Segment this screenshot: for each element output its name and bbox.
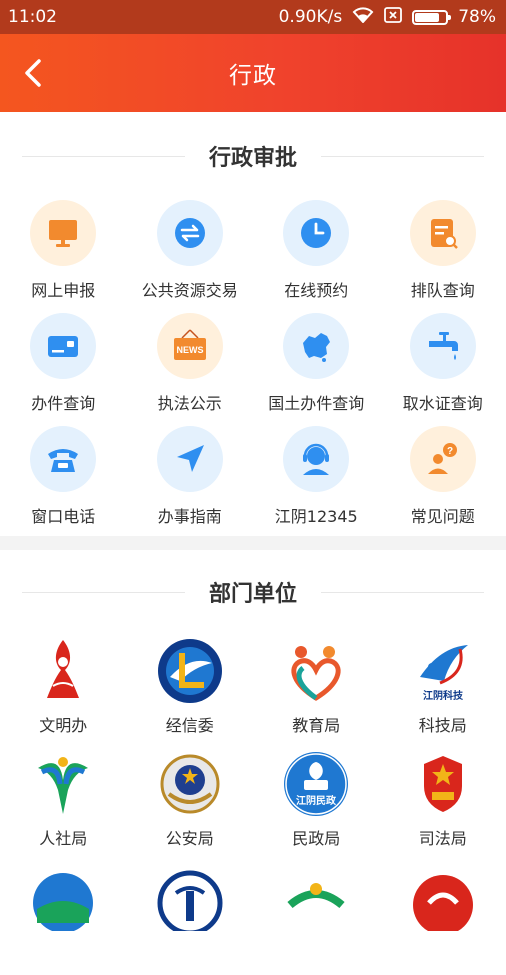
justice-bureau-logo [408, 749, 478, 819]
education-bureau-logo [281, 636, 351, 706]
divider-line [22, 592, 185, 593]
police-emblem-logo [155, 749, 225, 819]
human-resources-logo [28, 749, 98, 819]
department-item[interactable]: 司法局 [380, 749, 506, 862]
department-item-label: 公安局 [166, 825, 214, 849]
service-item[interactable]: 国土办件查询 [253, 313, 380, 426]
svg-text:?: ? [447, 446, 453, 457]
department-item[interactable] [253, 862, 380, 975]
divider-line [22, 156, 185, 157]
battery-percent: 78% [458, 7, 496, 27]
service-item[interactable]: 江阴12345 [253, 426, 380, 539]
science-bureau-logo: 江阴科技 [408, 636, 478, 706]
department-item-label: 科技局 [419, 712, 467, 736]
section-title-row: 部门单位 [22, 576, 484, 608]
service-item[interactable]: 办事指南 [127, 426, 254, 539]
service-item-label: 网上申报 [31, 277, 95, 301]
service-item[interactable]: 窗口电话 [0, 426, 127, 539]
faucet-icon [410, 313, 476, 379]
customer-service-icon [283, 426, 349, 492]
service-item[interactable]: NEWS 执法公示 [127, 313, 254, 426]
monitor-icon [30, 200, 96, 266]
department-item-label: 经信委 [166, 712, 214, 736]
department-item-label: 民政局 [292, 825, 340, 849]
department-item-label: 司法局 [419, 825, 467, 849]
blue-arch-logo [155, 862, 225, 932]
news-board-icon: NEWS [157, 313, 223, 379]
section-title-departments: 部门单位 [185, 576, 321, 608]
telephone-icon [30, 426, 96, 492]
service-item[interactable]: 公共资源交易 [127, 200, 254, 313]
civilization-office-logo [28, 636, 98, 706]
green-figure-logo [281, 862, 351, 932]
service-item[interactable]: 在线预约 [253, 200, 380, 313]
approval-grid: 网上申报 公共资源交易 在线预约 排队查询办件查询 NEWS 执法公示 国土办件查询 取水证查… [0, 200, 506, 539]
service-item-label: 取水证查询 [403, 390, 483, 414]
service-item[interactable]: 排队查询 [380, 200, 506, 313]
svg-text:江阴民政: 江阴民政 [296, 794, 337, 807]
department-item[interactable]: 文明办 [0, 636, 127, 749]
svg-text:江阴科技: 江阴科技 [423, 689, 464, 702]
service-item-label: 窗口电话 [31, 503, 95, 527]
service-item[interactable]: 网上申报 [0, 200, 127, 313]
service-item[interactable]: 办件查询 [0, 313, 127, 426]
no-sim-icon [384, 7, 402, 28]
department-item[interactable]: 教育局 [253, 636, 380, 749]
service-item[interactable]: ? 常见问题 [380, 426, 506, 539]
battery-icon [412, 10, 448, 25]
navigation-arrow-icon [157, 426, 223, 492]
back-button[interactable] [16, 56, 50, 90]
service-item-label: 公共资源交易 [142, 277, 238, 301]
clock-icon [283, 200, 349, 266]
section-title-row: 行政审批 [22, 140, 484, 172]
department-item[interactable]: 江阴民政民政局 [253, 749, 380, 862]
economic-commission-logo [155, 636, 225, 706]
divider-line [321, 592, 484, 593]
status-time: 11:02 [8, 7, 57, 27]
department-item-label: 文明办 [39, 712, 87, 736]
china-map-icon [283, 313, 349, 379]
section-title-approval: 行政审批 [185, 140, 321, 172]
department-item[interactable] [0, 862, 127, 975]
clipboard-search-icon [410, 200, 476, 266]
network-speed: 0.90K/s [279, 7, 343, 27]
department-item[interactable]: 经信委 [127, 636, 254, 749]
service-item-label: 执法公示 [158, 390, 222, 414]
app-header: 行政 [0, 34, 506, 112]
service-item-label: 排队查询 [411, 277, 475, 301]
chevron-left-icon [23, 58, 43, 88]
service-item[interactable]: 取水证查询 [380, 313, 506, 426]
department-grid: 文明办经信委教育局江阴科技科技局人社局公安局江阴民政民政局司法局 [0, 636, 506, 975]
status-bar: 11:02 0.90K/s 78% [0, 0, 506, 34]
section-divider [0, 536, 506, 550]
department-item[interactable]: 人社局 [0, 749, 127, 862]
svg-text:NEWS: NEWS [176, 345, 203, 355]
civil-affairs-logo: 江阴民政 [281, 749, 351, 819]
department-item[interactable] [380, 862, 506, 975]
service-item-label: 国土办件查询 [268, 390, 364, 414]
department-item[interactable] [127, 862, 254, 975]
wifi-icon [352, 6, 374, 28]
card-icon [30, 313, 96, 379]
service-item-label: 江阴12345 [275, 503, 358, 527]
department-item[interactable]: 江阴科技科技局 [380, 636, 506, 749]
department-item[interactable]: 公安局 [127, 749, 254, 862]
service-item-label: 办件查询 [31, 390, 95, 414]
exchange-icon [157, 200, 223, 266]
divider-line [321, 156, 484, 157]
department-item-label: 人社局 [39, 825, 87, 849]
service-item-label: 在线预约 [284, 277, 348, 301]
question-person-icon: ? [410, 426, 476, 492]
environment-logo [28, 862, 98, 932]
service-item-label: 常见问题 [411, 503, 475, 527]
red-logo [408, 862, 478, 932]
department-item-label: 教育局 [292, 712, 340, 736]
page-title: 行政 [229, 56, 277, 90]
service-item-label: 办事指南 [158, 503, 222, 527]
